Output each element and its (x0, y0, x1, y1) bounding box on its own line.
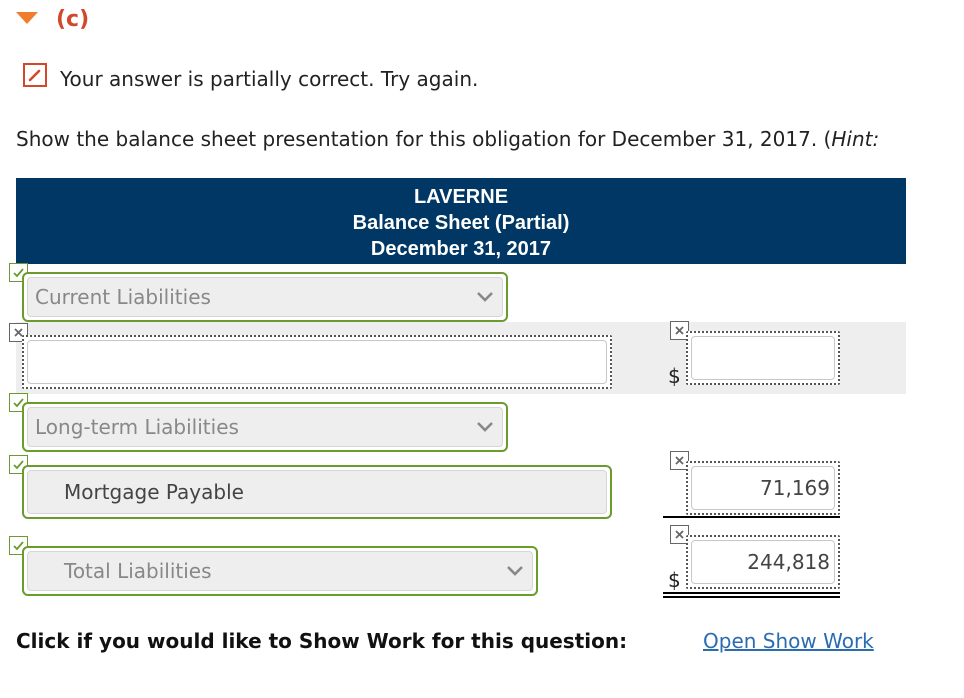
mortgage-payable-input[interactable]: Mortgage Payable (22, 465, 612, 519)
select-value: Long-term Liabilities (35, 415, 239, 439)
blank-account-input[interactable] (22, 335, 612, 389)
chevron-down-icon (507, 566, 523, 576)
long-term-liabilities-select[interactable]: Long-term Liabilities (22, 402, 508, 452)
amount-value: 71,169 (760, 476, 830, 500)
blank-amount-input[interactable] (686, 331, 840, 385)
input-value: Mortgage Payable (64, 480, 244, 504)
balance-sheet-header: LAVERNE Balance Sheet (Partial) December… (16, 178, 906, 264)
pencil-icon (23, 63, 47, 87)
part-label: (c) (56, 7, 90, 32)
chevron-down-icon (477, 292, 493, 302)
total-liabilities-select[interactable]: Total Liabilities (22, 546, 538, 596)
double-rule-top (663, 592, 840, 594)
statement-title: Balance Sheet (Partial) (352, 212, 570, 234)
statement-date: December 31, 2017 (370, 238, 552, 260)
total-amount-input[interactable]: 244,818 (686, 535, 840, 589)
show-work-prompt: Click if you would like to Show Work for… (16, 629, 628, 653)
currency-symbol: $ (668, 568, 681, 592)
select-value: Current Liabilities (35, 285, 211, 309)
instruction-text: Show the balance sheet presentation for … (16, 127, 880, 151)
feedback-message: Your answer is partially correct. Try ag… (60, 67, 479, 91)
hint-label: Hint: (831, 127, 880, 151)
current-liabilities-select[interactable]: Current Liabilities (22, 272, 508, 322)
open-show-work-link[interactable]: Open Show Work (703, 629, 874, 653)
subtotal-rule (663, 516, 840, 518)
collapse-part-icon[interactable] (16, 12, 38, 24)
chevron-down-icon (477, 422, 493, 432)
select-value: Total Liabilities (64, 559, 212, 583)
mortgage-amount-input[interactable]: 71,169 (686, 461, 840, 515)
amount-value: 244,818 (747, 550, 830, 574)
company-name: LAVERNE (413, 186, 509, 208)
currency-symbol: $ (668, 364, 681, 388)
double-rule-bottom (663, 596, 840, 598)
